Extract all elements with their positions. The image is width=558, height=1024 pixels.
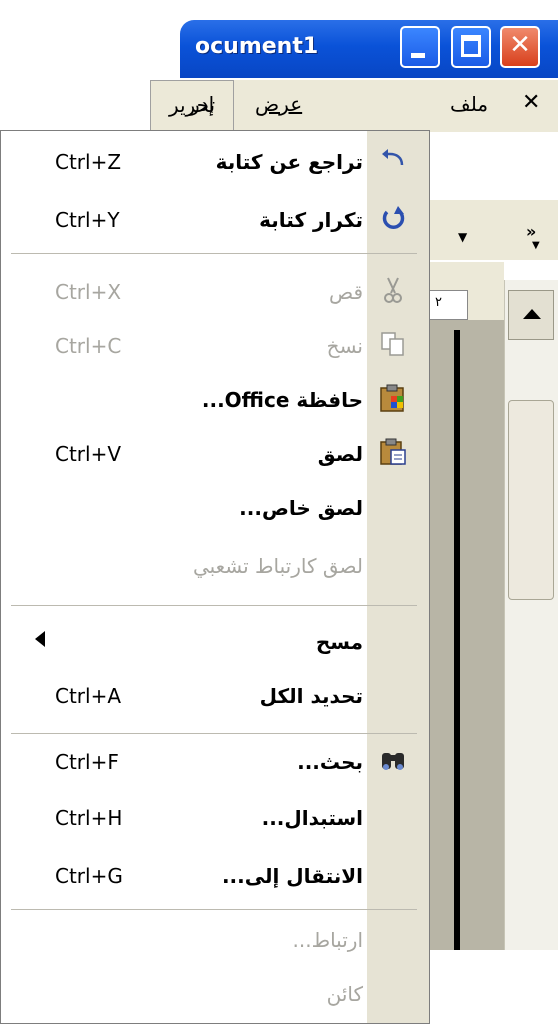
menu-item-shortcut: Ctrl+Y — [55, 208, 120, 232]
menu-item-label: ارتباط... — [292, 928, 363, 952]
menu-item-shortcut: Ctrl+F — [55, 750, 119, 774]
menu-item-label: تكرار كتابة — [259, 208, 363, 232]
menu-item-shortcut: Ctrl+A — [55, 684, 122, 708]
menu-separator — [11, 253, 417, 254]
menu-item-select-all[interactable]: تحديد الكل Ctrl+A — [1, 669, 369, 725]
cut-icon — [375, 275, 411, 311]
binoculars-icon — [375, 745, 411, 781]
menu-file[interactable]: ملف — [450, 92, 488, 116]
close-document-icon[interactable]: ✕ — [522, 90, 540, 115]
menu-item-copy[interactable]: نسخ Ctrl+C — [1, 319, 404, 375]
text-cursor — [454, 330, 460, 950]
submenu-arrow-icon — [35, 631, 45, 647]
menu-bar: إدر عرض تحرير ملف ✕ — [150, 80, 558, 132]
menu-item-label: لصق — [317, 442, 363, 466]
edit-menu: تراجع عن كتابة Ctrl+Z تكرار كتابة Ctrl+Y… — [0, 130, 430, 1024]
menu-item-label: حافظة Office... — [201, 388, 363, 412]
menu-item-label: مسح — [315, 630, 363, 654]
ruler-marker: ٢ — [435, 295, 442, 310]
close-icon: ✕ — [509, 30, 531, 60]
menu-icon-strip — [367, 131, 429, 1023]
chevron-down-icon[interactable]: ▼ — [532, 240, 540, 251]
minimize-button[interactable] — [400, 26, 440, 68]
menu-item-shortcut: Ctrl+Z — [55, 150, 122, 174]
menu-item-links[interactable]: ارتباط... — [1, 913, 369, 969]
menu-item-label: تحديد الكل — [259, 684, 363, 708]
menu-item-object[interactable]: كائن — [1, 967, 369, 1023]
dropdown-arrow-icon[interactable]: ▼ — [458, 230, 467, 244]
close-button[interactable]: ✕ — [500, 26, 540, 68]
vertical-scrollbar[interactable] — [504, 280, 558, 950]
scroll-up-button[interactable] — [508, 290, 554, 340]
menu-item-label: استبدال... — [261, 806, 363, 830]
undo-icon — [375, 145, 411, 181]
copy-icon — [375, 329, 411, 365]
menu-separator — [11, 733, 417, 734]
window-title: ocument1 — [195, 34, 319, 59]
menu-item-shortcut: Ctrl+C — [55, 334, 122, 358]
toolbar-options-icon[interactable]: » — [526, 222, 536, 241]
menu-item-label: لصق كارتباط تشعبي — [192, 554, 363, 578]
toolbar: ▼ » ▼ — [420, 200, 558, 260]
menu-item-shortcut: Ctrl+H — [55, 806, 123, 830]
menu-item-replace[interactable]: استبدال... Ctrl+H — [1, 791, 369, 847]
menu-item-shortcut: Ctrl+G — [55, 864, 123, 888]
menu-item-office-clipboard[interactable]: حافظة Office... — [1, 373, 404, 429]
menu-item-go-to[interactable]: الانتقال إلى... Ctrl+G — [1, 849, 369, 905]
maximize-button[interactable] — [451, 26, 491, 68]
menu-separator — [11, 909, 417, 910]
menu-item-label: كائن — [326, 982, 363, 1006]
menu-item-shortcut: Ctrl+X — [55, 280, 122, 304]
menu-separator — [11, 605, 417, 606]
document-area[interactable] — [420, 320, 504, 950]
menu-view[interactable]: عرض — [255, 92, 302, 116]
menu-item-paste-as-hyperlink[interactable]: لصق كارتباط تشعبي — [1, 539, 369, 595]
menu-item-paste-special[interactable]: لصق خاص... — [1, 481, 369, 537]
menu-item-cut[interactable]: قص Ctrl+X — [1, 265, 402, 321]
menu-item-paste[interactable]: لصق Ctrl+V — [1, 427, 406, 483]
menu-item-undo[interactable]: تراجع عن كتابة Ctrl+Z — [1, 135, 404, 191]
ruler: ٢ — [420, 262, 504, 321]
menu-item-label: الانتقال إلى... — [221, 864, 363, 888]
menu-item-clear[interactable]: مسح — [1, 615, 369, 671]
menu-insert[interactable]: إدر — [190, 92, 214, 116]
scroll-thumb[interactable] — [508, 400, 554, 600]
menu-item-label: تراجع عن كتابة — [215, 150, 363, 174]
ruler-tab-selector[interactable]: ٢ — [426, 290, 468, 320]
menu-item-label: لصق خاص... — [239, 496, 363, 520]
menu-item-label: نسخ — [326, 334, 363, 358]
paste-icon — [375, 437, 411, 473]
menu-item-find[interactable]: بحث... Ctrl+F — [1, 735, 404, 791]
office-clipboard-icon — [375, 383, 411, 419]
redo-icon — [375, 203, 411, 239]
menu-item-redo[interactable]: تكرار كتابة Ctrl+Y — [1, 193, 405, 249]
menu-item-shortcut: Ctrl+V — [55, 442, 122, 466]
menu-item-label: بحث... — [297, 750, 363, 774]
menu-item-label: قص — [328, 280, 363, 304]
